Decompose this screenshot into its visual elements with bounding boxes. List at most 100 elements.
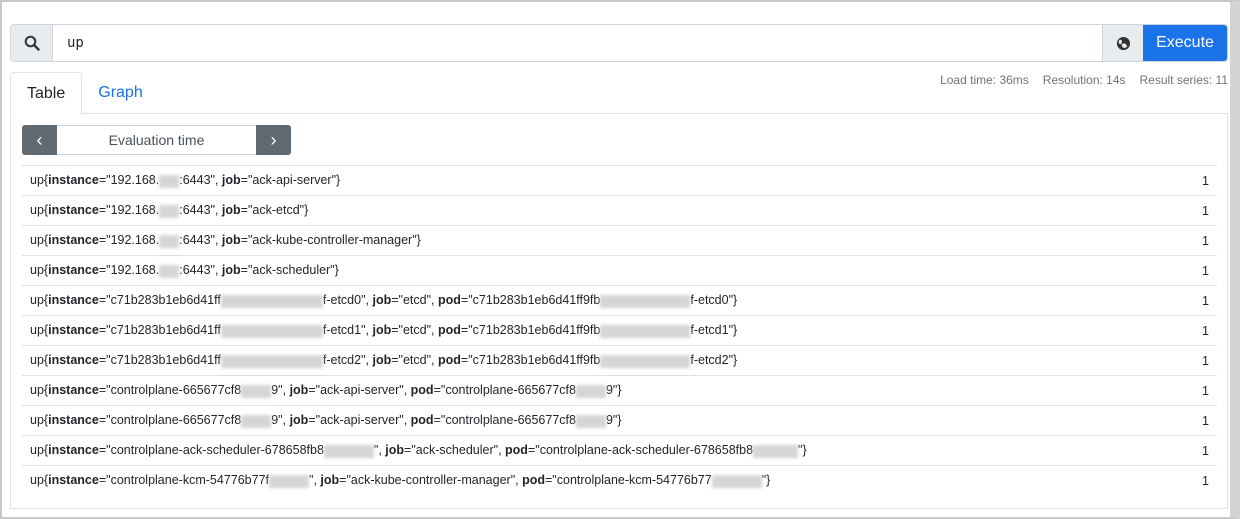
evaluation-time-control: ‹ Evaluation time › xyxy=(22,125,291,155)
metric-name: up xyxy=(30,413,44,428)
label-value: 192.168. xyxy=(110,173,160,188)
expression-input[interactable] xyxy=(53,25,1102,61)
globe-icon[interactable] xyxy=(1102,25,1143,61)
redacted-text xyxy=(600,294,691,308)
label-value: ack-kube-controller-manager xyxy=(350,473,511,488)
label-name: job xyxy=(221,173,241,188)
label-name: job xyxy=(221,263,241,278)
execute-button[interactable]: Execute xyxy=(1143,25,1227,61)
chevron-left-icon[interactable]: ‹ xyxy=(22,125,57,155)
label-name: instance xyxy=(48,293,99,308)
metric-name: up xyxy=(30,383,44,398)
label-name: job xyxy=(289,383,309,398)
label-name: instance xyxy=(48,233,99,248)
redacted-text xyxy=(600,324,691,338)
query-stats: Load time: 36ms Resolution: 14s Result s… xyxy=(940,73,1228,87)
metric-name: up xyxy=(30,473,44,488)
label-value: controlplane-kcm-54776b77 xyxy=(556,473,712,488)
label-value: :6443 xyxy=(179,263,211,278)
label-name: job xyxy=(372,293,392,308)
redacted-text xyxy=(575,384,606,398)
label-name: job xyxy=(372,353,392,368)
evaluation-time-input[interactable]: Evaluation time xyxy=(57,125,256,155)
redacted-text xyxy=(711,474,762,488)
label-name: pod xyxy=(505,443,528,458)
series-value: 1 xyxy=(1202,293,1209,308)
chevron-right-icon[interactable]: › xyxy=(256,125,291,155)
tab-graph[interactable]: Graph xyxy=(82,72,158,114)
series-value: 1 xyxy=(1202,263,1209,278)
redacted-text xyxy=(220,294,323,308)
series-labels: up{instance="192.168.:6443", job="ack-ku… xyxy=(30,233,421,248)
label-value: 9 xyxy=(271,413,279,428)
redacted-text xyxy=(241,414,272,428)
search-icon[interactable] xyxy=(11,25,53,61)
table-row: up{instance="c71b283b1eb6d41ff f-etcd2", … xyxy=(22,345,1217,375)
series-labels: up{instance="c71b283b1eb6d41ff f-etcd1", … xyxy=(30,323,738,338)
label-value: f-etcd1 xyxy=(322,323,362,338)
series-value: 1 xyxy=(1202,173,1209,188)
redacted-text xyxy=(575,414,606,428)
table-panel: ‹ Evaluation time › up{instance="192.168… xyxy=(10,113,1228,509)
label-value: etcd xyxy=(402,323,427,338)
series-value: 1 xyxy=(1202,233,1209,248)
label-name: job xyxy=(221,203,241,218)
metric-name: up xyxy=(30,263,44,278)
series-labels: up{instance="192.168.:6443", job="ack-et… xyxy=(30,203,309,218)
label-value: :6443 xyxy=(179,173,211,188)
result-series: Result series: 11 xyxy=(1139,73,1228,87)
label-value: 192.168. xyxy=(110,233,160,248)
table-row: up{instance="controlplane-kcm-54776b77f "… xyxy=(22,465,1217,495)
label-value: f-etcd0 xyxy=(322,293,362,308)
metric-name: up xyxy=(30,173,44,188)
label-value: f-etcd2 xyxy=(690,353,729,368)
label-value: controlplane-665677cf8 xyxy=(110,383,242,398)
label-value: c71b283b1eb6d41ff xyxy=(110,353,221,368)
tab-table[interactable]: Table xyxy=(10,72,83,115)
table-row: up{instance="192.168.:6443", job="ack-ku… xyxy=(22,225,1217,255)
label-name: job xyxy=(320,473,340,488)
series-labels: up{instance="controlplane-ack-scheduler-… xyxy=(30,443,807,458)
label-value: :6443 xyxy=(179,233,211,248)
redacted-text xyxy=(220,354,323,368)
label-value: ack-api-server xyxy=(320,383,400,398)
table-row: up{instance="controlplane-665677cf8 9", j… xyxy=(22,375,1217,405)
label-value: 9 xyxy=(605,383,613,398)
label-name: job xyxy=(372,323,392,338)
redacted-text xyxy=(159,234,180,248)
results-table: up{instance="192.168.:6443", job="ack-ap… xyxy=(22,165,1217,495)
metric-name: up xyxy=(30,353,44,368)
series-value: 1 xyxy=(1202,443,1209,458)
series-labels: up{instance="controlplane-665677cf8 9", j… xyxy=(30,383,622,398)
result-tabs: Table Graph xyxy=(10,72,159,115)
label-name: job xyxy=(221,233,241,248)
series-value: 1 xyxy=(1202,473,1209,488)
label-value: c71b283b1eb6d41ff xyxy=(110,323,221,338)
redacted-text xyxy=(600,354,691,368)
series-labels: up{instance="controlplane-kcm-54776b77f "… xyxy=(30,473,771,488)
label-name: instance xyxy=(48,443,99,458)
label-value: 192.168. xyxy=(110,263,160,278)
label-value: ack-scheduler xyxy=(415,443,494,458)
label-name: instance xyxy=(48,173,99,188)
redacted-text xyxy=(159,264,180,278)
label-value: c71b283b1eb6d41ff9fb xyxy=(472,353,601,368)
label-value: ack-api-server xyxy=(252,173,332,188)
label-name: job xyxy=(385,443,405,458)
redacted-text xyxy=(220,324,323,338)
table-row: up{instance="c71b283b1eb6d41ff f-etcd1", … xyxy=(22,315,1217,345)
label-value: 192.168. xyxy=(110,203,160,218)
label-value: ack-scheduler xyxy=(252,263,331,278)
label-name: instance xyxy=(48,473,99,488)
series-labels: up{instance="c71b283b1eb6d41ff f-etcd0", … xyxy=(30,293,738,308)
query-bar: Execute xyxy=(10,24,1228,62)
label-value: 9 xyxy=(605,413,613,428)
series-labels: up{instance="controlplane-665677cf8 9", j… xyxy=(30,413,622,428)
metric-name: up xyxy=(30,203,44,218)
table-row: up{instance="192.168.:6443", job="ack-sc… xyxy=(22,255,1217,285)
redacted-text xyxy=(159,204,180,218)
label-name: instance xyxy=(48,323,99,338)
label-value: etcd xyxy=(402,353,427,368)
label-value: f-etcd2 xyxy=(322,353,362,368)
label-name: pod xyxy=(438,293,461,308)
